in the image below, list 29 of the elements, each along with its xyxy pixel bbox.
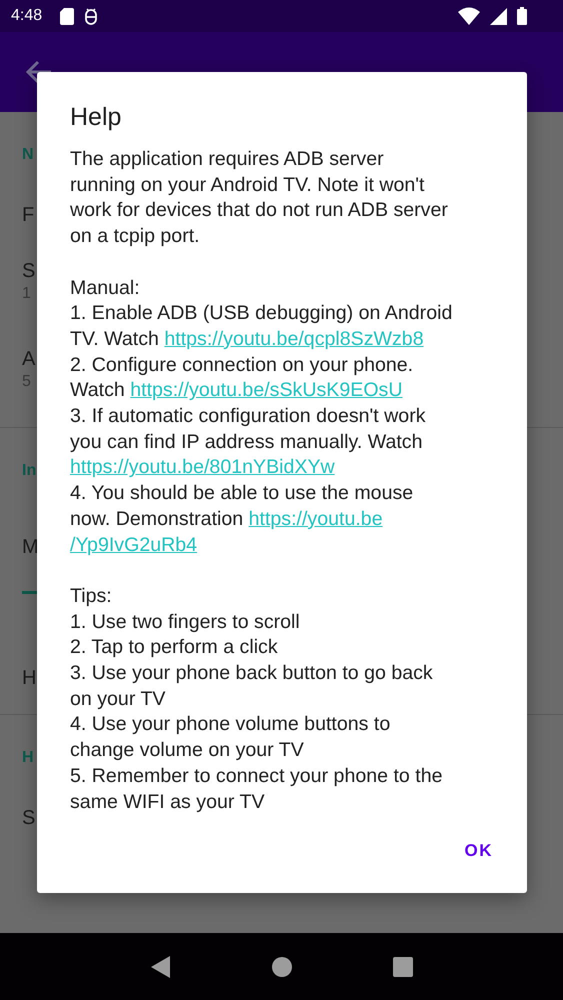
video-link[interactable]: https://youtu.be/sSkUsK9EOsU [130, 379, 403, 402]
battery-icon [517, 7, 527, 25]
section-header: H [22, 749, 34, 767]
video-link[interactable]: https://youtu.be [248, 508, 383, 530]
preference-title[interactable]: S [22, 806, 36, 830]
video-link[interactable]: https://youtu.be/801nYBidXYw [70, 456, 335, 478]
help-paragraph: Tips: 1. Use two fingers to scroll 2. Tap to perform a click 3. Use your phone back button to go back on your TV 4. Use your phone volume buttons to change volume on your TV 5. Remember to connect your phone to the same WIFI as your TV [70, 584, 443, 815]
sd-card-icon [60, 8, 74, 24]
recents-icon[interactable] [392, 956, 412, 976]
help-paragraph: Manual: 1. Enable ADB (USB debugging) on Android TV. Watch https://youtu.be/qcpl8SzWzb8 2. Configure connection on your phone. Watch https://youtu.be/sSkUsK9EOsU 3. If automatic configuration doesn't work you can find IP address manually. Watch https://youtu.be/801nYBidXYw 4. You should be able to use the mouse now. Demonstration https://youtu.be /Yp9IvG2uRb4 [70, 276, 452, 558]
clock-time: 4:48 [11, 7, 42, 25]
ok-button[interactable]: OK [456, 831, 501, 871]
section-header: In [22, 462, 36, 480]
preference-title[interactable]: A [22, 347, 36, 371]
back-icon[interactable] [150, 956, 170, 978]
video-link[interactable]: https://youtu.be/qcpl8SzWzb8 [164, 328, 424, 350]
preference-title[interactable]: F [22, 203, 34, 227]
robot-icon [84, 8, 98, 24]
back-arrow-icon[interactable] [26, 60, 52, 84]
preference-title[interactable]: H [22, 666, 36, 690]
preference-title[interactable]: S [22, 259, 36, 283]
home-icon[interactable] [272, 956, 292, 976]
section-header: N [22, 146, 34, 164]
preference-title: M [22, 535, 39, 559]
signal-icon [490, 8, 507, 24]
help-paragraph: The application requires ADB server running on your Android TV. Note it won't work for devices that do not run ADB server on a tcpip port. [70, 147, 448, 250]
video-link[interactable]: /Yp9IvG2uRb4 [70, 534, 198, 556]
dialog-title: Help [70, 102, 122, 132]
wifi-icon [458, 7, 480, 25]
